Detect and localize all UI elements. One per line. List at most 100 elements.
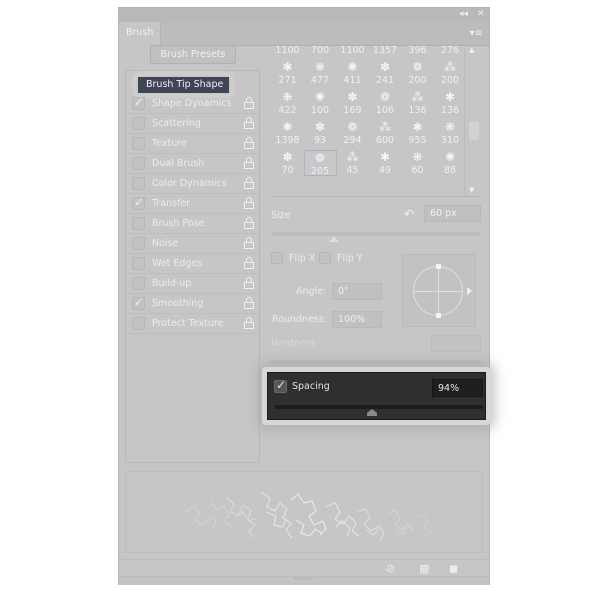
brush-tip-cell[interactable]: ✱ 49 [369, 150, 402, 176]
brush-tip-cell[interactable]: ✽ 169 [336, 90, 369, 116]
brush-option-noise[interactable]: Noise [126, 234, 259, 254]
brush-toggle-icon[interactable]: ⊘ [386, 562, 395, 575]
brush-tip-cell[interactable]: ✺ 88 [434, 150, 467, 176]
brush-tip-shape-item[interactable]: Brush Tip Shape [136, 75, 231, 95]
lock-icon[interactable] [244, 177, 254, 190]
panel-menu-icon[interactable]: ▾≡ [470, 28, 483, 39]
angle-roundness-widget[interactable] [402, 254, 476, 327]
brush-option-scattering[interactable]: Scattering [126, 114, 259, 134]
roundness-handle-bottom[interactable] [436, 313, 441, 318]
spacing-slider-thumb[interactable] [367, 409, 378, 416]
brush-tip-cell[interactable]: ✽ 70 [271, 150, 304, 176]
size-input[interactable]: 60 px [424, 205, 481, 222]
scrollbar-thumb[interactable] [469, 122, 479, 140]
brush-presets-button[interactable]: Brush Presets [150, 45, 236, 64]
option-checkbox[interactable] [132, 157, 145, 170]
brush-tip-cell[interactable]: ❋ 60 [401, 150, 434, 176]
brush-tip-cell[interactable]: ⁂ 45 [336, 150, 369, 176]
brush-option-dual-brush[interactable]: Dual Brush [126, 154, 259, 174]
brush-tip-cell[interactable]: ✽ 93 [304, 120, 337, 146]
brush-option-smoothing[interactable]: ✓ Smoothing [126, 294, 259, 314]
lock-icon[interactable] [244, 137, 254, 150]
lock-icon[interactable] [244, 257, 254, 270]
scroll-down-icon[interactable]: ▼ [469, 186, 474, 194]
brush-option-build-up[interactable]: Build-up [126, 274, 259, 294]
flip-y-box[interactable] [319, 252, 331, 264]
angle-arrow-icon[interactable] [467, 287, 472, 295]
double-chevron-left-icon[interactable]: ◂◂ [459, 9, 468, 19]
option-checkbox[interactable] [132, 217, 145, 230]
brush-tip-cell[interactable]: ❋1100 [336, 42, 369, 56]
spacing-input[interactable]: 94% [432, 379, 483, 397]
brush-tip-cell[interactable]: ✽396 [401, 42, 434, 56]
option-checkbox[interactable] [132, 177, 145, 190]
brush-tip-size: 136 [440, 105, 460, 116]
brush-option-texture[interactable]: Texture [126, 134, 259, 154]
lock-icon[interactable] [244, 237, 254, 250]
brush-option-protect-texture[interactable]: Protect Texture [126, 314, 259, 334]
brush-tip-cell[interactable]: ⁂ 600 [369, 120, 402, 146]
brush-tip-cell[interactable]: ⁂ 136 [401, 90, 434, 116]
brush-tip-size: 310 [440, 135, 460, 146]
brush-tip-cell[interactable]: ❋ 310 [434, 120, 467, 146]
option-checkbox[interactable] [132, 317, 145, 330]
size-slider-thumb[interactable] [329, 236, 339, 242]
option-checkbox[interactable]: ✓ [132, 195, 145, 210]
spacing-checkbox[interactable]: ✓ [274, 378, 287, 393]
brush-tip-cell[interactable]: ❋ 422 [271, 90, 304, 116]
brush-tip-cell[interactable]: ✱ 955 [401, 120, 434, 146]
option-checkbox[interactable] [132, 277, 145, 290]
brush-option-color-dynamics[interactable]: Color Dynamics [126, 174, 259, 194]
grid-view-icon[interactable]: ▦ [419, 562, 429, 575]
brush-tip-cell[interactable]: ✺ 1398 [271, 120, 304, 146]
brush-tip-cell[interactable]: ⁂1100 [271, 42, 304, 56]
brush-tip-cell[interactable]: ❁ 106 [369, 90, 402, 116]
close-icon[interactable]: ✕ [477, 9, 485, 19]
size-slider[interactable] [271, 232, 481, 236]
tab-brush[interactable]: Brush [119, 22, 161, 47]
option-checkbox[interactable] [132, 137, 145, 150]
lock-icon[interactable] [244, 97, 254, 110]
lock-icon[interactable] [244, 157, 254, 170]
angle-input[interactable]: 0° [332, 283, 382, 300]
brush-tip-size: 93 [313, 135, 327, 146]
lock-icon[interactable] [244, 297, 254, 310]
lock-icon[interactable] [244, 317, 254, 330]
scroll-up-icon[interactable]: ▲ [469, 46, 474, 54]
option-checkbox[interactable]: ✓ [132, 295, 145, 310]
brush-tip-cell[interactable]: ⁂ 200 [434, 60, 467, 86]
brush-tip-cell[interactable]: ✱ 271 [271, 60, 304, 86]
brush-tip-cell[interactable]: ✺ 100 [304, 90, 337, 116]
lock-icon[interactable] [244, 277, 254, 290]
brush-tip-cell[interactable]: ❁276 [434, 42, 467, 56]
brush-grid-scrollbar[interactable]: ▲ ▼ [464, 42, 481, 197]
option-checkbox[interactable] [132, 257, 145, 270]
option-checkbox[interactable] [132, 117, 145, 130]
brush-option-transfer[interactable]: ✓ Transfer [126, 194, 259, 214]
brush-tip-cell[interactable]: ✱ 136 [434, 90, 467, 116]
brush-tip-cell[interactable]: ❁ 200 [401, 60, 434, 86]
brush-tip-cell[interactable]: ❁ 205 [303, 150, 337, 177]
roundness-input[interactable]: 100% [332, 311, 382, 328]
option-checkbox[interactable]: ✓ [132, 95, 145, 110]
brush-tip-cell[interactable]: ❁ 294 [336, 120, 369, 146]
lock-icon[interactable] [244, 117, 254, 130]
roundness-handle-top[interactable] [436, 264, 441, 269]
brush-tip-cell[interactable]: ✽ 241 [369, 60, 402, 86]
brush-tip-cell[interactable]: ✺1357 [369, 42, 402, 56]
spacing-slider[interactable] [274, 405, 483, 409]
lock-icon[interactable] [244, 197, 254, 210]
new-preset-icon[interactable]: ◼ [449, 562, 458, 575]
size-label: Size [271, 210, 291, 221]
brush-option-shape-dynamics[interactable]: ✓ Shape Dynamics [126, 94, 259, 114]
brush-option-brush-pose[interactable]: Brush Pose [126, 214, 259, 234]
lock-icon[interactable] [244, 217, 254, 230]
brush-tip-cell[interactable]: ✱700 [304, 42, 337, 56]
brush-tip-cell[interactable]: ✺ 411 [336, 60, 369, 86]
resize-grip-icon[interactable] [294, 578, 316, 582]
flip-x-box[interactable] [271, 252, 283, 264]
brush-option-wet-edges[interactable]: Wet Edges [126, 254, 259, 274]
option-checkbox[interactable] [132, 237, 145, 250]
brush-tip-cell[interactable]: ❋ 477 [304, 60, 337, 86]
reset-size-icon[interactable]: ↶ [404, 207, 414, 221]
